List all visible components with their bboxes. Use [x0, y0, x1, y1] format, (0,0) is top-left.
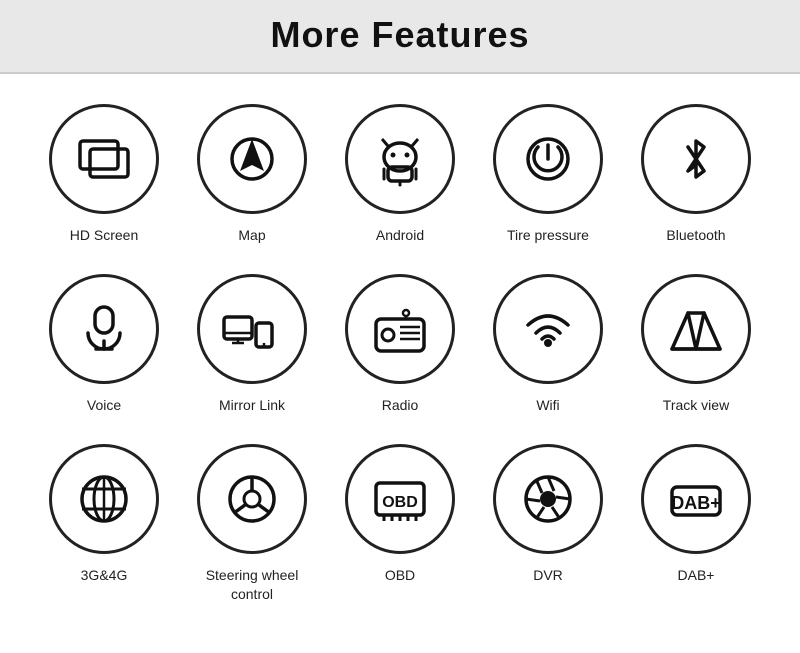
icon-circle-wifi: [493, 274, 603, 384]
icon-mirror-link: [220, 297, 284, 361]
icon-wifi: [516, 297, 580, 361]
feature-item-wifi: Wifi: [478, 264, 618, 424]
icon-map: [220, 127, 284, 191]
icon-circle-dab: [641, 444, 751, 554]
icon-hd-screen: [72, 127, 136, 191]
feature-label-radio: Radio: [382, 396, 419, 414]
icon-tire-pressure: [516, 127, 580, 191]
page-title: More Features: [0, 14, 800, 56]
feature-item-bluetooth: Bluetooth: [626, 94, 766, 254]
icon-circle-obd: [345, 444, 455, 554]
feature-item-steering-wheel: Steering wheel control: [182, 434, 322, 612]
feature-label-mirror-link: Mirror Link: [219, 396, 285, 414]
feature-item-voice: Voice: [34, 264, 174, 424]
feature-item-dvr: DVR: [478, 434, 618, 594]
icon-3g4g: [72, 467, 136, 531]
feature-item-hd-screen: HD Screen: [34, 94, 174, 254]
icon-circle-android: [345, 104, 455, 214]
feature-label-map: Map: [238, 226, 265, 244]
feature-label-bluetooth: Bluetooth: [666, 226, 725, 244]
icon-voice: [72, 297, 136, 361]
feature-item-mirror-link: Mirror Link: [182, 264, 322, 424]
icon-radio: [368, 297, 432, 361]
feature-item-radio: Radio: [330, 264, 470, 424]
feature-item-obd: OBD: [330, 434, 470, 594]
icon-dab: [664, 467, 728, 531]
icon-circle-radio: [345, 274, 455, 384]
feature-item-track-view: Track view: [626, 264, 766, 424]
feature-item-3g4g: 3G&4G: [34, 434, 174, 594]
icon-circle-bluetooth: [641, 104, 751, 214]
icon-dvr: [516, 467, 580, 531]
icon-circle-tire-pressure: [493, 104, 603, 214]
feature-item-map: Map: [182, 94, 322, 254]
icon-circle-voice: [49, 274, 159, 384]
icon-android: [368, 127, 432, 191]
feature-item-dab: DAB+: [626, 434, 766, 594]
page-wrapper: More Features HD Screen Map Android Tire pr…: [0, 0, 800, 653]
feature-row-2: 3G&4G Steering wheel control OBD DVR DAB+: [30, 434, 770, 612]
icon-circle-mirror-link: [197, 274, 307, 384]
feature-label-dvr: DVR: [533, 566, 563, 584]
feature-item-android: Android: [330, 94, 470, 254]
icon-steering-wheel: [220, 467, 284, 531]
feature-row-1: Voice Mirror Link Radio Wifi Track view: [30, 264, 770, 424]
feature-label-voice: Voice: [87, 396, 121, 414]
icon-circle-3g4g: [49, 444, 159, 554]
feature-label-track-view: Track view: [663, 396, 729, 414]
feature-label-wifi: Wifi: [536, 396, 559, 414]
icon-obd: [368, 467, 432, 531]
icon-circle-track-view: [641, 274, 751, 384]
icon-bluetooth: [664, 127, 728, 191]
feature-label-dab: DAB+: [678, 566, 715, 584]
feature-label-android: Android: [376, 226, 424, 244]
icon-circle-dvr: [493, 444, 603, 554]
feature-label-obd: OBD: [385, 566, 415, 584]
icon-track-view: [664, 297, 728, 361]
icon-circle-map: [197, 104, 307, 214]
feature-label-steering-wheel: Steering wheel control: [206, 566, 299, 602]
feature-item-tire-pressure: Tire pressure: [478, 94, 618, 254]
icon-circle-steering-wheel: [197, 444, 307, 554]
feature-row-0: HD Screen Map Android Tire pressure Bluetoot…: [30, 94, 770, 254]
page-header: More Features: [0, 0, 800, 74]
icon-circle-hd-screen: [49, 104, 159, 214]
feature-label-hd-screen: HD Screen: [70, 226, 138, 244]
features-grid: HD Screen Map Android Tire pressure Bluetoot…: [0, 74, 800, 653]
feature-label-3g4g: 3G&4G: [81, 566, 128, 584]
feature-label-tire-pressure: Tire pressure: [507, 226, 589, 244]
